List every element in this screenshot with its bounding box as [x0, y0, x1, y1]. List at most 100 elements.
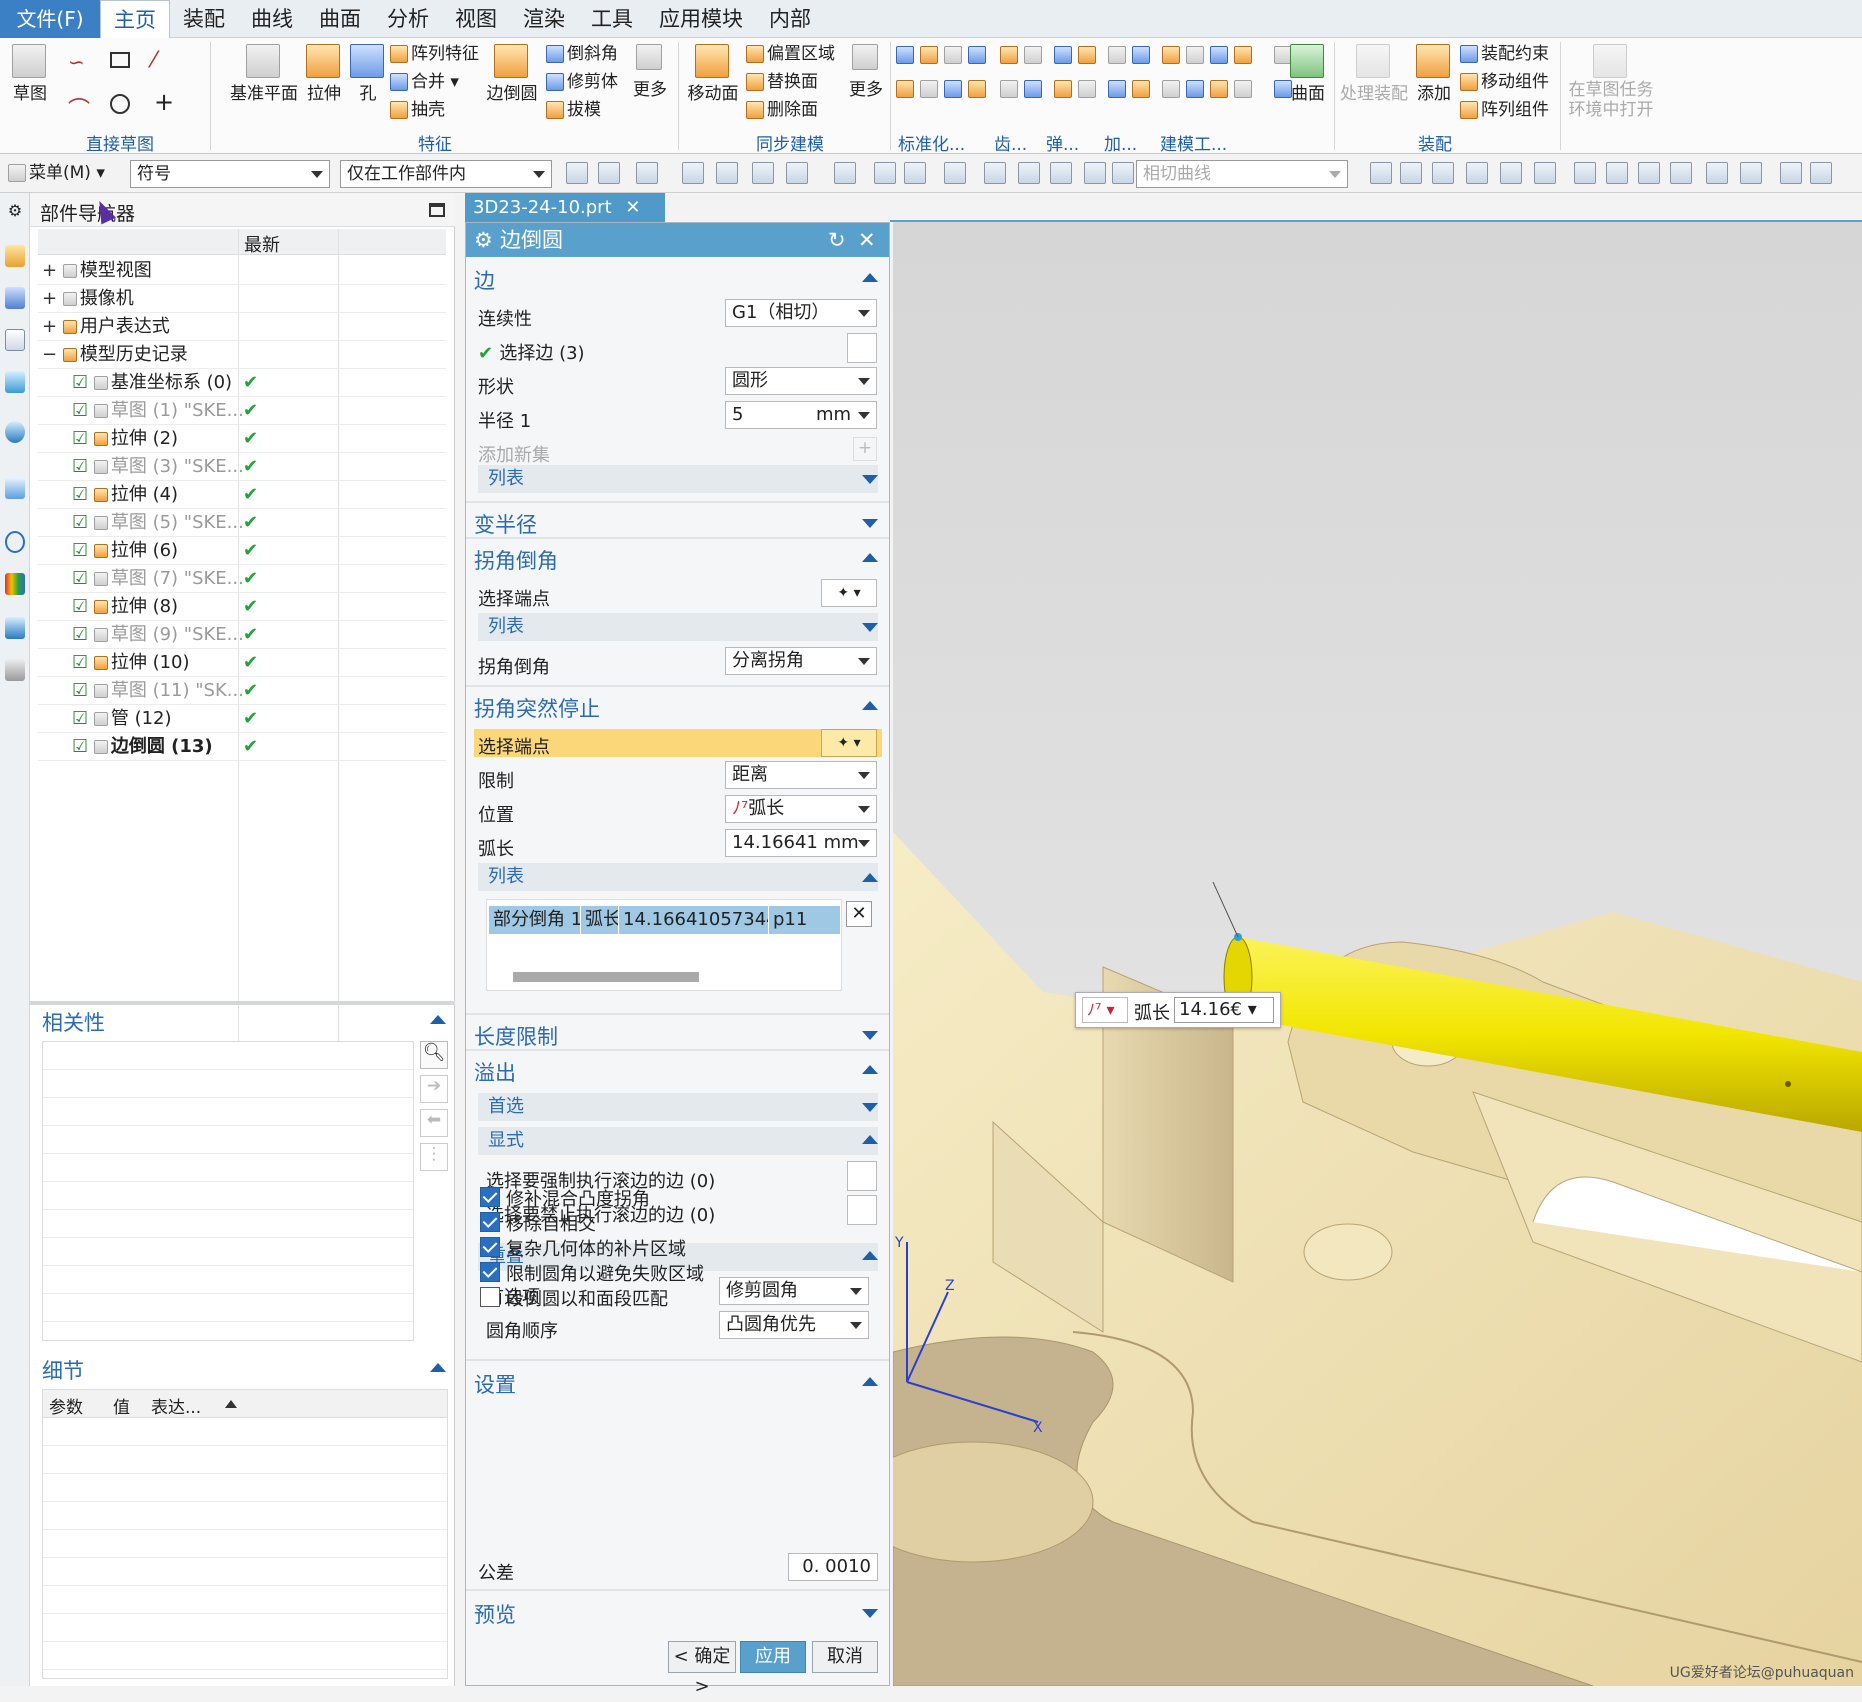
option-checkbox[interactable] [480, 1187, 500, 1207]
point-dialog-icon[interactable]: ✦ ▾ [821, 729, 877, 757]
pattern-component-button[interactable]: 阵列组件 [1460, 100, 1549, 120]
toolbar-icon[interactable] [1084, 162, 1106, 184]
tree-row[interactable]: ☑ 拉伸 (8) ✔ [38, 593, 446, 621]
toolbar-icon[interactable] [752, 162, 774, 184]
checkbox-icon[interactable]: ☑ [72, 428, 94, 449]
tab-9[interactable]: 内部 [756, 0, 824, 38]
option-checkbox[interactable] [480, 1262, 500, 1282]
sync-more-button[interactable]: 更多 [846, 44, 886, 100]
latest-column[interactable]: 最新 [244, 231, 280, 257]
toolbar-icon[interactable] [598, 162, 620, 184]
splitter[interactable] [30, 1001, 455, 1005]
open-in-sketch-task-button[interactable]: 在草图任务 环境中打开 [1566, 44, 1656, 120]
checkbox-icon[interactable]: ☑ [72, 624, 94, 645]
tool-icon[interactable] [1186, 46, 1204, 64]
gear-group-label[interactable]: 齿... [994, 130, 1034, 155]
tree-row[interactable]: ☑ 基准坐标系 (0) ✔ [38, 369, 446, 397]
sort-up-icon[interactable] [225, 1400, 237, 1408]
feature-more-button[interactable]: 更多 [630, 44, 670, 100]
checkbox-icon[interactable]: ☑ [72, 372, 94, 393]
corner-list-toggle[interactable]: 列表 [478, 613, 878, 641]
tab-3[interactable]: 曲面 [306, 0, 374, 38]
tool-icon[interactable] [1234, 46, 1252, 64]
collapse-icon[interactable] [862, 273, 878, 282]
option-checkbox[interactable] [480, 1212, 500, 1232]
roles-icon[interactable] [5, 659, 25, 681]
corner-setback-select[interactable]: 分离拐角 [725, 647, 877, 675]
selection-scope-select[interactable]: 仅在工作部件内 [340, 160, 552, 188]
checkbox-icon[interactable]: ☑ [72, 400, 94, 421]
tree-row[interactable]: ☑ 管 (12) ✔ [38, 705, 446, 733]
tree-row[interactable]: ☑ 草图 (3) "SKE... ✔ [38, 453, 446, 481]
replace-face-button[interactable]: 替换面 [746, 72, 818, 92]
surface-button[interactable]: 曲面 [1286, 44, 1330, 104]
edge-list-toggle[interactable]: 列表 [478, 465, 878, 493]
add-group-label[interactable]: 加... [1104, 130, 1144, 155]
list-icon[interactable]: ⋮ [420, 1143, 448, 1171]
pattern-feature-button[interactable]: 阵列特征 [390, 44, 479, 64]
cube-selector-icon[interactable] [847, 333, 877, 363]
trim-body-button[interactable]: 修剪体 [546, 72, 618, 92]
toolbar-icon[interactable] [834, 162, 856, 184]
collapse-icon[interactable] [862, 1065, 878, 1074]
web-browser-icon[interactable] [5, 477, 25, 499]
toolbar-icon[interactable] [1706, 162, 1728, 184]
expand-icon[interactable]: + [42, 288, 63, 309]
tree-row[interactable]: ☑ 拉伸 (4) ✔ [38, 481, 446, 509]
graphics-window[interactable]: Y Z X ﾉ⁷ ▾ 弧长 14.16€ ▾ UG爱好者论坛@puhuaquan [893, 222, 1862, 1686]
toolbar-icon[interactable] [1574, 162, 1596, 184]
expand-icon[interactable] [862, 1031, 878, 1040]
tab-1[interactable]: 装配 [170, 0, 238, 38]
point-icon[interactable]: + [154, 88, 174, 116]
reuse-library-icon[interactable] [5, 371, 25, 393]
circle-icon[interactable] [110, 94, 130, 114]
delete-face-button[interactable]: 删除面 [746, 100, 818, 120]
tool-icon[interactable] [896, 80, 914, 98]
toolbar-icon[interactable] [904, 162, 926, 184]
toolbar-icon[interactable] [1432, 162, 1454, 184]
constraint-navigator-icon[interactable] [5, 287, 25, 309]
toolbar-icon[interactable] [944, 162, 966, 184]
tree-row[interactable]: ☑ 草图 (5) "SKE... ✔ [38, 509, 446, 537]
tool-icon[interactable] [1000, 80, 1018, 98]
stop-list-toggle[interactable]: 列表 [478, 863, 878, 891]
tool-icon[interactable] [1210, 80, 1228, 98]
checkbox-icon[interactable]: ☑ [72, 708, 94, 729]
move-component-button[interactable]: 移动组件 [1460, 72, 1549, 92]
toolbar-icon[interactable] [786, 162, 808, 184]
tool-icon[interactable] [920, 80, 938, 98]
close-icon[interactable]: ✕ [858, 223, 876, 257]
preferred-toggle[interactable]: 首选 [478, 1093, 878, 1121]
draft-button[interactable]: 拔模 [546, 100, 601, 120]
tree-row[interactable]: + 摄像机 [38, 285, 446, 313]
hole-button[interactable]: 孔 [350, 44, 386, 104]
toolbar-icon[interactable] [636, 162, 658, 184]
toolbar-icon[interactable] [1018, 162, 1040, 184]
gear-icon[interactable]: ⚙ [5, 201, 25, 223]
tool-icon[interactable] [1054, 80, 1072, 98]
collapse-icon[interactable] [430, 1015, 446, 1024]
expand-icon[interactable]: + [42, 260, 63, 281]
hd3d-icon[interactable] [5, 421, 25, 443]
tree-row[interactable]: ☑ 拉伸 (2) ✔ [38, 425, 446, 453]
collapse-icon[interactable] [862, 1251, 878, 1260]
blend-order-select[interactable]: 凸圆角优先 [719, 1311, 869, 1339]
document-tab[interactable]: 3D23-24-10.prt ✕ [465, 193, 665, 222]
process-assembly-button[interactable]: 处理装配 [1338, 44, 1410, 104]
expand-icon[interactable] [862, 475, 878, 484]
tolerance-input[interactable]: 0. 0010 [788, 1553, 878, 1581]
add-component-button[interactable]: 添加 [1414, 44, 1454, 104]
tab-2[interactable]: 曲线 [238, 0, 306, 38]
checkbox-icon[interactable]: ☑ [72, 512, 94, 533]
stop-short-title[interactable]: 拐角突然停止 [474, 693, 882, 723]
tool-icon[interactable] [968, 80, 986, 98]
tree-row[interactable]: ☑ 拉伸 (6) ✔ [38, 537, 446, 565]
arc-length-input[interactable]: 14.16641 mm [725, 829, 877, 857]
toolbar-icon[interactable] [1400, 162, 1422, 184]
expand-icon[interactable] [862, 1103, 878, 1112]
variable-radius-title[interactable]: 变半径 [474, 509, 882, 539]
tool-icon[interactable] [1162, 46, 1180, 64]
tab-5[interactable]: 视图 [442, 0, 510, 38]
toolbar-icon[interactable] [1638, 162, 1660, 184]
sketch-curve-tools[interactable]: ∽ ⁄ ⌒ + [60, 48, 180, 128]
